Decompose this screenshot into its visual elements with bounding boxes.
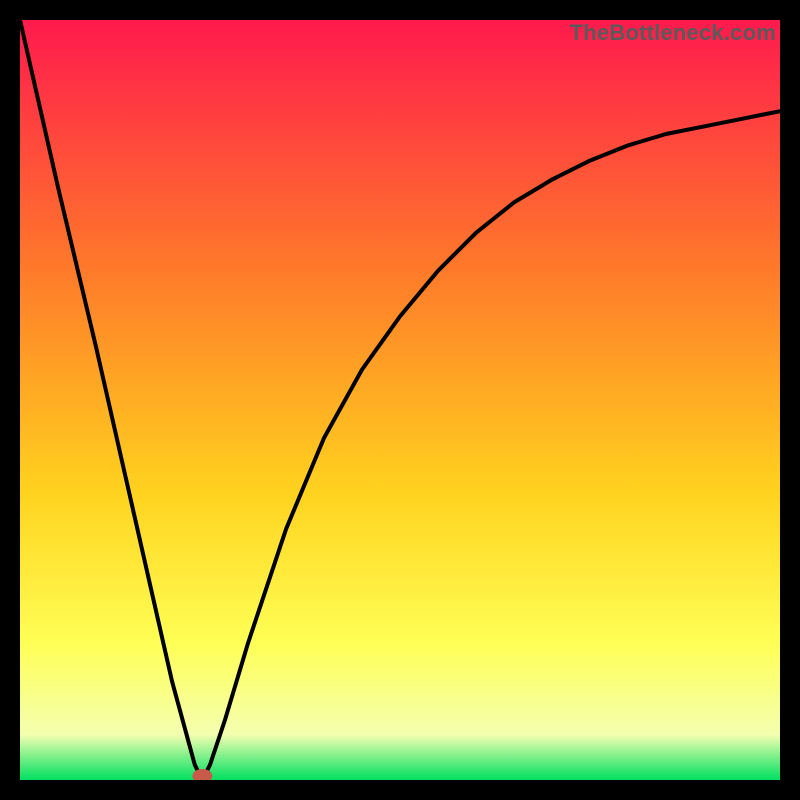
chart-frame: TheBottleneck.com [0,0,800,800]
watermark-text: TheBottleneck.com [570,20,776,46]
plot-svg [20,20,780,780]
plot-area [20,20,780,780]
